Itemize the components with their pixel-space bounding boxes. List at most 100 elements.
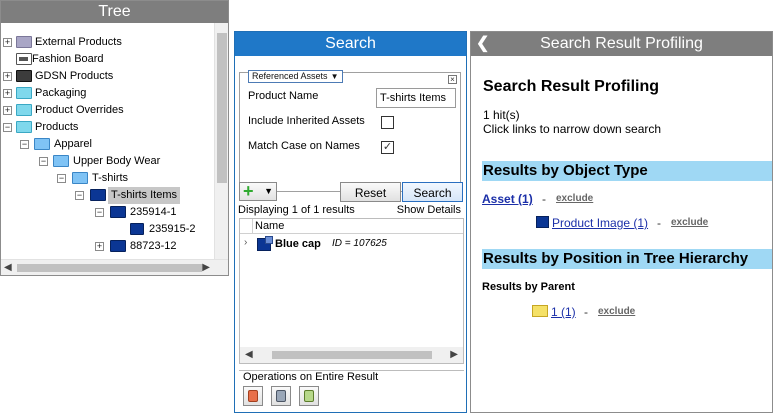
expand-icon[interactable]: + [3,89,12,98]
folder-icon [16,70,32,82]
results-by-parent-label: Results by Parent [482,281,575,293]
collapse-icon[interactable]: − [57,174,66,183]
chevron-right-icon[interactable]: › [244,237,247,248]
show-details-link[interactable]: Show Details [397,204,461,216]
search-criteria-box: Referenced Assets ▼ × Product Name Inclu… [239,70,461,192]
exclude-product-image-link[interactable]: exclude [671,217,708,228]
match-case-checkbox[interactable]: ✓ [381,141,394,154]
tree-item-products[interactable]: − Products [1,119,214,136]
folder-icon [34,138,50,150]
tree-item-label: Product Overrides [35,104,124,116]
expand-icon[interactable]: + [95,242,104,251]
reset-button[interactable]: Reset [340,182,401,202]
collapse-icon[interactable]: − [20,140,29,149]
asset-icon [130,223,144,235]
tree-item-label: Fashion Board [32,53,104,65]
collapse-icon[interactable]: − [75,191,84,200]
scrollbar-thumb[interactable] [217,33,227,183]
parent-link[interactable]: 1 (1) [551,305,576,319]
results-table: Name › Blue cap ID = 107625 ◀ ▶ [239,218,464,364]
folder-icon [110,206,126,218]
column-divider [252,219,253,234]
folder-icon [532,305,548,317]
export-icon [276,390,286,402]
tree-vertical-scrollbar[interactable] [214,23,228,259]
tree-item-88723-12[interactable]: + 88723-12 [1,238,214,255]
tree-item-upper-body-wear[interactable]: − Upper Body Wear [1,153,214,170]
close-icon[interactable]: × [448,75,457,84]
tree-item-fashion-board[interactable]: Fashion Board [1,51,214,68]
chevron-down-icon: ▼ [330,72,339,81]
separator-dash: - [584,305,588,319]
tree-item-t-shirts[interactable]: − T-shirts [1,170,214,187]
asset-icon [257,236,273,251]
scrollbar-thumb[interactable] [272,351,432,359]
criteria-type-label: Referenced Assets [252,71,328,81]
folder-icon [110,240,126,252]
exclude-parent-link[interactable]: exclude [598,306,635,317]
tree-item-product-overrides[interactable]: + Product Overrides [1,102,214,119]
include-inherited-checkbox[interactable] [381,116,394,129]
folder-icon [16,36,32,48]
product-image-link[interactable]: Product Image (1) [552,216,648,230]
hint-text: Click links to narrow down search [483,122,662,136]
tree-panel-title: Tree [1,1,228,23]
section-header-object-type: Results by Object Type [482,161,772,181]
product-name-input[interactable] [376,88,456,108]
tree-item-gdsn-products[interactable]: + GDSN Products [1,68,214,85]
expand-icon[interactable]: + [3,106,12,115]
table-row[interactable]: › Blue cap ID = 107625 [240,236,463,253]
chevron-down-icon: ▼ [264,186,273,196]
expand-icon[interactable]: + [3,38,12,47]
scroll-right-icon[interactable]: ▶ [202,262,210,273]
export-result-button[interactable] [271,386,291,406]
scroll-left-icon[interactable]: ◀ [4,262,12,273]
operations-label: Operations on Entire Result [243,371,379,383]
expand-icon[interactable]: + [3,72,12,81]
include-inherited-label: Include Inherited Assets [248,115,365,127]
column-header-name[interactable]: Name [255,220,284,232]
plus-icon: + [243,181,254,201]
tree-panel: + Discontinued Products + External Produ… [0,0,229,276]
tree-horizontal-scrollbar[interactable]: ◀ ▶ [1,259,228,275]
section-header-tree-position: Results by Position in Tree Hierarchy [482,249,772,269]
scroll-left-icon[interactable]: ◀ [245,349,253,360]
tree-item-external-products[interactable]: + External Products [1,34,214,51]
folder-icon [16,104,32,116]
criteria-type-dropdown[interactable]: Referenced Assets ▼ [248,70,343,83]
tree-body: + Discontinued Products + External Produ… [1,15,214,259]
tree-item-235914-1[interactable]: − 235914-1 [1,204,214,221]
search-button[interactable]: Search [402,182,463,202]
delete-result-button[interactable] [243,386,263,406]
add-criteria-button[interactable]: + ▼ [239,181,277,201]
scroll-right-icon[interactable]: ▶ [450,349,458,360]
result-id: ID = 107625 [332,238,387,249]
result-name: Blue cap [275,238,321,250]
tree-item-apparel[interactable]: − Apparel [1,136,214,153]
collapse-icon[interactable]: − [3,123,12,132]
tree-item-label: GDSN Products [35,70,114,82]
tree-item-label: 235915-2 [149,223,196,235]
collapse-icon[interactable]: − [39,157,48,166]
asset-type-link[interactable]: Asset (1) [482,192,533,206]
tree-item-label-selected: T-shirts Items [108,187,181,204]
back-arrow-icon[interactable]: ❮ [476,32,489,56]
tree-item-packaging[interactable]: + Packaging [1,85,214,102]
profiling-panel: ❮ Search Result Profiling Search Result … [470,31,773,413]
folder-icon [53,155,69,167]
folder-icon [90,189,106,201]
tree-item-t-shirts-items[interactable]: − T-shirts Items [1,187,214,204]
collapse-icon[interactable]: − [95,208,104,217]
asset-icon [536,216,549,228]
results-horizontal-scrollbar[interactable]: ◀ ▶ [240,347,463,363]
hit-count: 1 hit(s) [483,108,520,122]
scrollbar-thumb[interactable] [17,264,202,272]
tree-item-235915-2[interactable]: 235915-2 [1,221,214,238]
database-icon [248,390,258,402]
exclude-asset-link[interactable]: exclude [556,193,593,204]
search-button-bar: + ▼ Reset Search [239,181,464,202]
page-title: Search Result Profiling [483,78,660,95]
bulk-edit-icon [304,390,314,402]
bulk-update-button[interactable] [299,386,319,406]
profiling-title-bar: ❮ Search Result Profiling [471,32,772,56]
